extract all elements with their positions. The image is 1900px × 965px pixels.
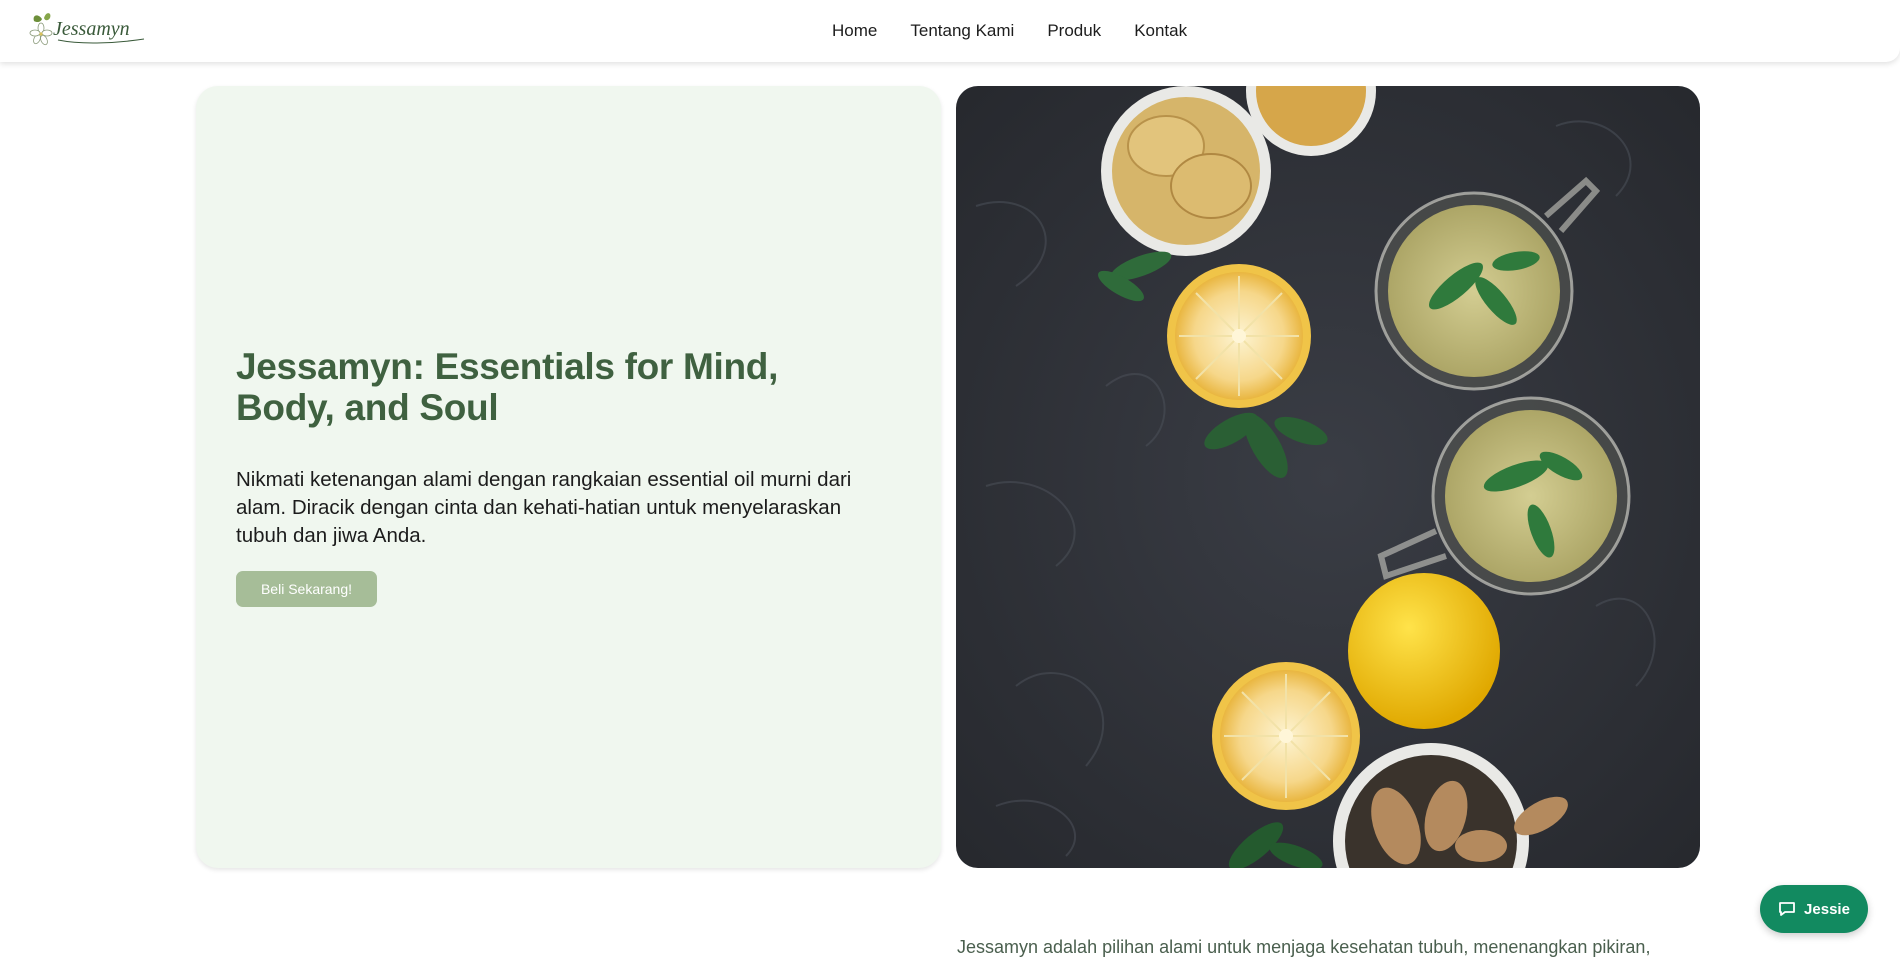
chat-assistant-button[interactable]: Jessie — [1760, 885, 1868, 933]
about-intro-text: Jessamyn adalah pilihan alami untuk menj… — [957, 937, 1651, 957]
nav-produk[interactable]: Produk — [1047, 21, 1101, 41]
jasmine-flower-icon: Jessamyn — [29, 13, 145, 46]
nav-kontak[interactable]: Kontak — [1134, 21, 1187, 41]
brand-logo[interactable]: Jessamyn — [28, 9, 148, 49]
nav-home[interactable]: Home — [832, 21, 877, 41]
buy-now-button[interactable]: Beli Sekarang! — [236, 571, 377, 607]
hero-title: Jessamyn: Essentials for Mind, Body, and… — [236, 346, 779, 428]
lemon-ginger-tea-photo — [956, 86, 1700, 868]
chat-button-label: Jessie — [1804, 900, 1850, 918]
hero-text-card: Jessamyn: Essentials for Mind, Body, and… — [196, 86, 941, 868]
nav-tentang-kami[interactable]: Tentang Kami — [910, 21, 1014, 41]
main-nav: Home Tentang Kami Produk Kontak — [832, 21, 1187, 41]
hero-description: Nikmati ketenangan alami dengan rangkaia… — [236, 468, 852, 547]
hero-image — [956, 86, 1700, 868]
chat-bubble-icon — [1779, 902, 1795, 916]
navbar: Jessamyn Home Tentang Kami Produk Kontak — [0, 0, 1900, 62]
brand-wordmark: Jessamyn — [53, 18, 130, 40]
